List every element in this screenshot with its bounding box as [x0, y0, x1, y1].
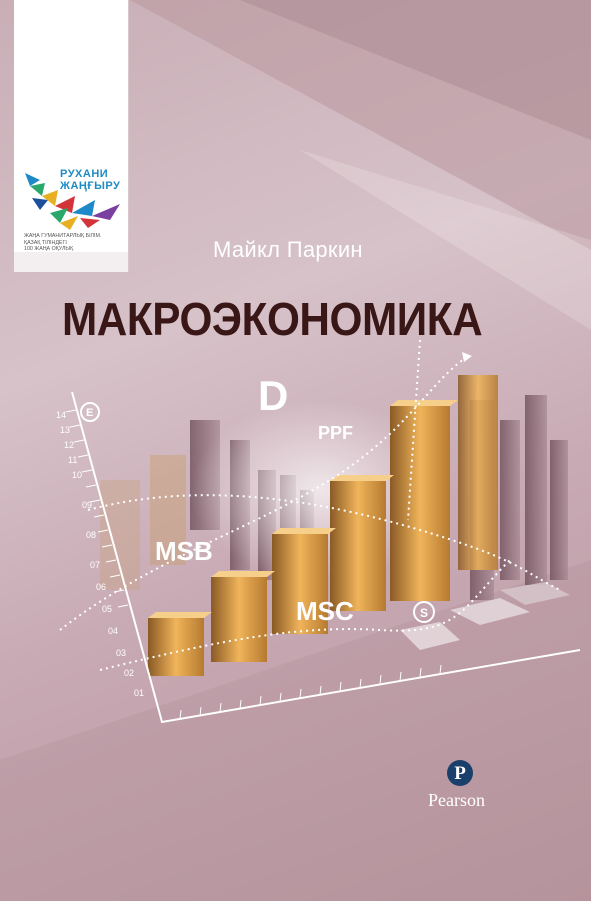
- rukhani-line-1: РУХАНИ: [60, 168, 109, 180]
- axis-ticks-bottom: [179, 664, 442, 720]
- program-description: ЖАҢА ГУМАНИТАРЛЫҚ БІЛІМ. ҚАЗАҚ ТІЛІНДЕГІ…: [24, 233, 124, 253]
- rukhani-line-2: ЖАҢҒЫРУ: [60, 180, 121, 192]
- program-line-3: 100 ЖАҢА ОҚУЛЫҚ: [24, 246, 74, 252]
- tick-label-07: 07: [90, 560, 100, 570]
- label-msc: MSC: [296, 596, 354, 626]
- pearson-logo-icon: P: [447, 760, 473, 786]
- author-name: Майкл Паркин: [213, 237, 363, 262]
- tick-label-13: 13: [60, 425, 70, 435]
- tick-label-12: 12: [64, 440, 74, 450]
- circle-e-icon: E: [80, 402, 100, 422]
- tick-label-03: 03: [116, 648, 126, 658]
- ppf-arrow-head: [462, 352, 472, 362]
- book-title: МАКРОЭКОНОМИКА: [62, 293, 483, 345]
- circle-s-icon: S: [413, 601, 435, 623]
- label-msb: MSB: [155, 536, 213, 566]
- tick-label-02: 02: [124, 668, 134, 678]
- book-cover: РУХАНИ ЖАҢҒЫРУ ЖАҢА ГУМАНИТАРЛЫҚ БІЛІМ. …: [0, 0, 591, 901]
- tick-label-01: 01: [134, 688, 144, 698]
- rukhani-logo-text: РУХАНИ ЖАҢҒЫРУ: [60, 168, 120, 192]
- tick-label-05: 05: [102, 604, 112, 614]
- tick-label-08: 08: [86, 530, 96, 540]
- publisher-name: Pearson: [428, 790, 485, 810]
- label-ppf: PPF: [318, 423, 354, 443]
- tick-label-09: 09: [82, 500, 92, 510]
- tick-label-11: 11: [68, 455, 77, 465]
- label-d: D: [258, 372, 289, 419]
- svg-text:S: S: [420, 606, 428, 620]
- tick-label-10: 10: [72, 470, 82, 480]
- tick-label-06: 06: [96, 582, 106, 592]
- series-panel-band: [14, 252, 128, 272]
- tick-label-14: 14: [56, 410, 66, 420]
- pearson-logo-letter: P: [454, 763, 466, 784]
- tick-label-04: 04: [108, 626, 118, 636]
- svg-text:E: E: [86, 407, 93, 419]
- economics-illustration: 14 13 12 11 10 09 08 07 06 05 04 03 02 0…: [56, 340, 581, 724]
